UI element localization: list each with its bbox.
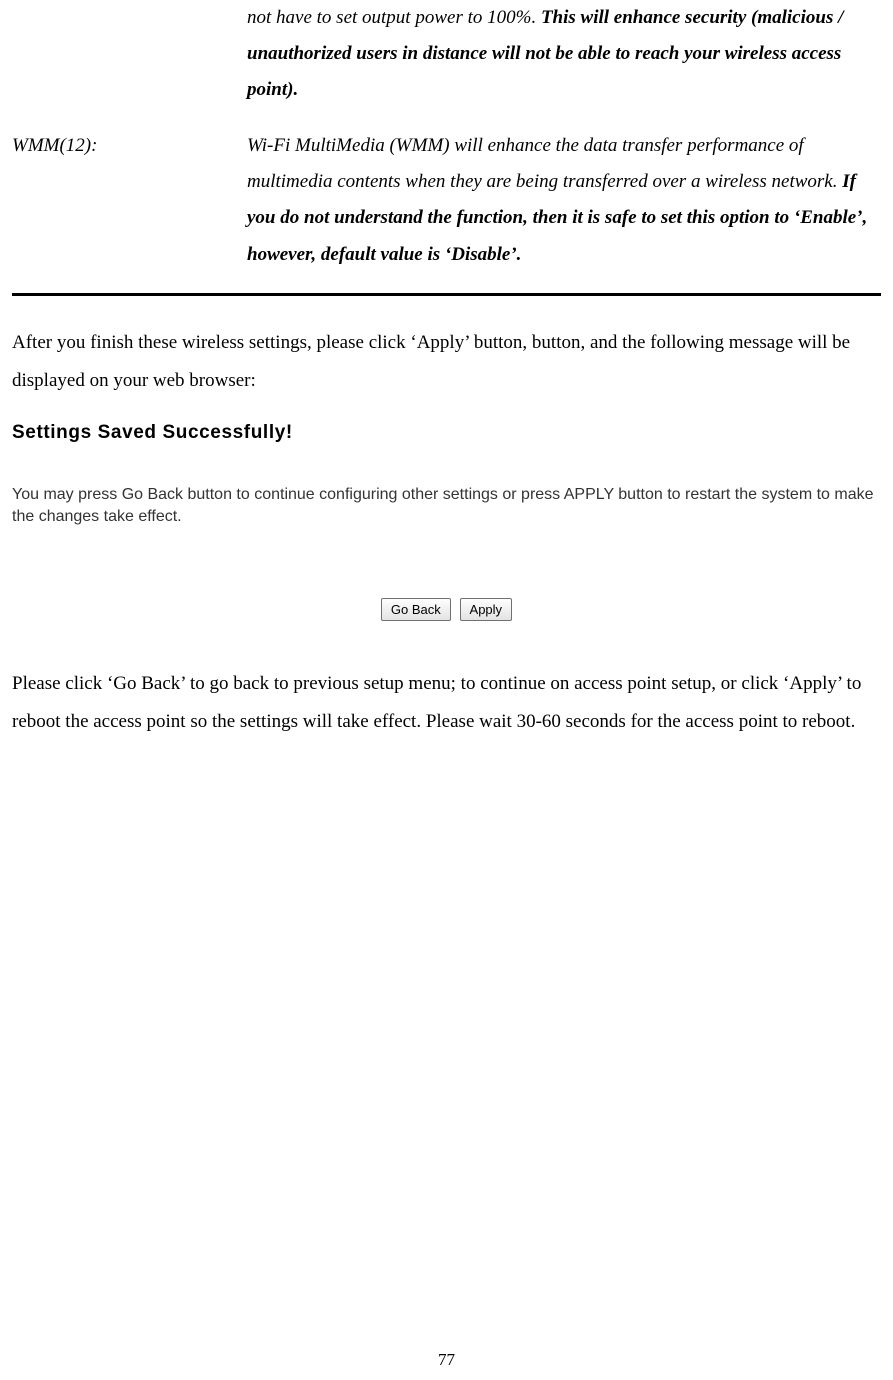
wmm-definition-row: WMM(12): Wi-Fi MultiMedia (WMM) will enh… — [12, 128, 881, 272]
go-back-button[interactable]: Go Back — [381, 598, 451, 621]
dialog-heading: Settings Saved Successfully! — [12, 422, 881, 444]
tx-power-desc-text: not have to set output power to 100%. — [247, 7, 541, 28]
wmm-term: WMM(12): — [12, 128, 247, 272]
instructions-paragraph-2: Please click ‘Go Back’ to go back to pre… — [12, 665, 881, 741]
dialog-text: You may press Go Back button to continue… — [12, 484, 881, 529]
wmm-desc-text: Wi-Fi MultiMedia (WMM) will enhance the … — [247, 135, 842, 192]
section-divider — [12, 293, 881, 296]
settings-saved-dialog: Settings Saved Successfully! You may pre… — [12, 422, 881, 622]
dialog-button-row: Go Back Apply — [12, 598, 881, 621]
tx-power-description: not have to set output power to 100%. Th… — [247, 0, 881, 108]
instructions-paragraph-1: After you finish these wireless settings… — [12, 324, 881, 400]
wmm-description: Wi-Fi MultiMedia (WMM) will enhance the … — [247, 128, 881, 272]
apply-button[interactable]: Apply — [460, 598, 513, 621]
page-number: 77 — [0, 1350, 893, 1370]
